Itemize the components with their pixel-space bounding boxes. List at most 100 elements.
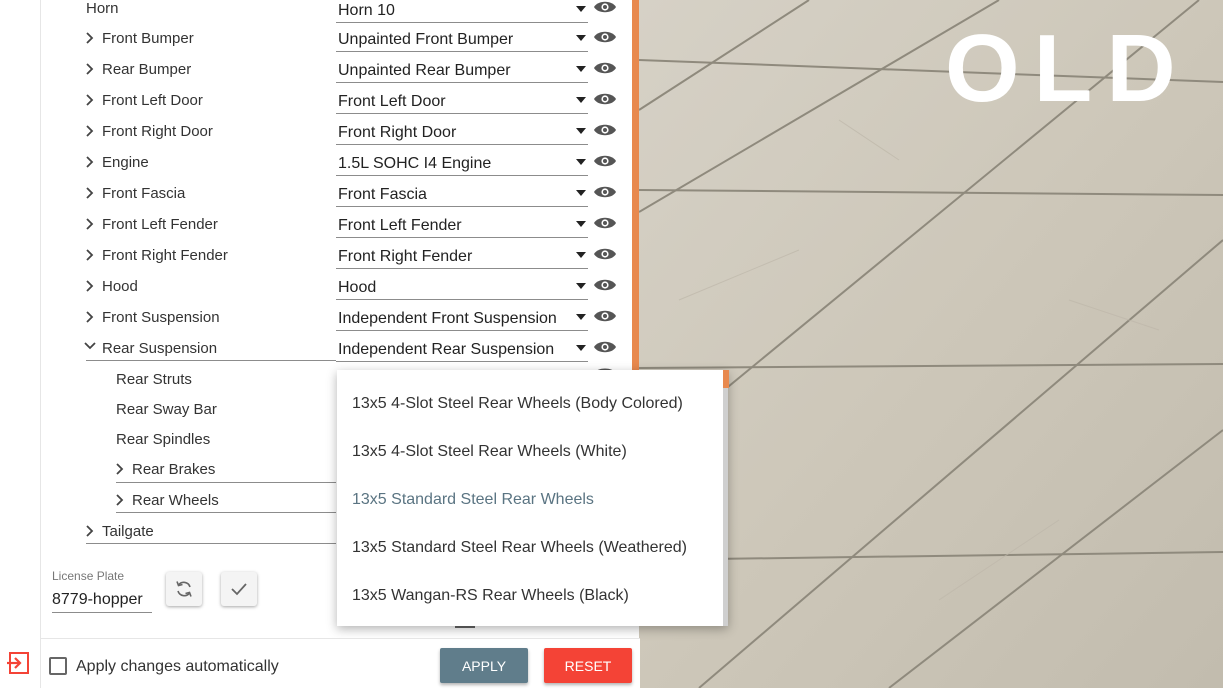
- part-select-value: Front Right Fender: [338, 248, 473, 265]
- chevron-down-icon[interactable]: [83, 338, 96, 354]
- part-label: Front Bumper: [102, 30, 194, 47]
- chevron-right-icon[interactable]: [85, 185, 97, 201]
- part-select-value: Front Right Door: [338, 124, 457, 141]
- part-select-value: Unpainted Front Bumper: [338, 31, 514, 48]
- part-select-value: Front Fascia: [338, 186, 427, 203]
- dropdown-arrow-icon: [576, 66, 586, 72]
- dropdown-arrow-icon: [576, 283, 586, 289]
- chevron-right-icon[interactable]: [85, 30, 97, 46]
- old-watermark: OLD: [945, 15, 1190, 122]
- part-select[interactable]: Front Left Fender: [336, 211, 588, 238]
- part-label: Front Left Fender: [102, 216, 218, 233]
- eye-icon[interactable]: [593, 215, 617, 231]
- dropdown-arrow-icon: [576, 345, 586, 351]
- part-select[interactable]: Front Right Door: [336, 118, 588, 145]
- part-row-front-right-door[interactable]: Front Right Door Front Right Door: [41, 117, 632, 148]
- chevron-right-icon[interactable]: [85, 92, 97, 108]
- sub-part-label: Rear Brakes: [132, 461, 216, 478]
- chevron-right-icon[interactable]: [85, 61, 97, 77]
- dropdown-option[interactable]: 13x5 Wangan-RS Rear Wheels (Black): [352, 587, 629, 605]
- part-select[interactable]: Front Left Door: [336, 87, 588, 114]
- dropdown-arrow-icon: [576, 190, 586, 196]
- refresh-icon: [176, 581, 192, 597]
- exit-icon[interactable]: [6, 650, 32, 676]
- chevron-right-icon[interactable]: [85, 278, 97, 294]
- part-select[interactable]: Front Right Fender: [336, 242, 588, 269]
- refresh-button[interactable]: [166, 572, 202, 606]
- chevron-right-icon[interactable]: [85, 309, 97, 325]
- dropdown-option[interactable]: 13x5 4-Slot Steel Rear Wheels (White): [352, 443, 627, 461]
- dropdown-option-selected[interactable]: 13x5 Standard Steel Rear Wheels: [352, 491, 594, 509]
- chevron-right-icon[interactable]: [115, 461, 127, 477]
- chevron-right-icon[interactable]: [85, 154, 97, 170]
- part-row-front-suspension[interactable]: Front Suspension Independent Front Suspe…: [41, 303, 632, 334]
- auto-apply-checkbox[interactable]: [49, 657, 67, 675]
- eye-icon[interactable]: [593, 91, 617, 107]
- chevron-right-icon[interactable]: [85, 216, 97, 232]
- sub-part-label: Rear Wheels: [132, 492, 219, 509]
- eye-icon[interactable]: [593, 277, 617, 293]
- part-select[interactable]: Hood: [336, 273, 588, 300]
- part-select-value: Front Left Fender: [338, 217, 462, 234]
- dropdown-arrow-icon: [576, 252, 586, 258]
- chevron-right-icon[interactable]: [85, 523, 97, 539]
- part-select[interactable]: Front Fascia: [336, 180, 588, 207]
- part-label: Rear Suspension: [102, 340, 218, 357]
- eye-icon[interactable]: [593, 246, 617, 262]
- part-label: Front Fascia: [102, 185, 186, 202]
- license-plate-input[interactable]: [52, 588, 152, 613]
- chevron-right-icon[interactable]: [115, 492, 127, 508]
- part-label: Front Right Door: [102, 123, 213, 140]
- rear-wheels-dropdown-menu[interactable]: 13x5 4-Slot Steel Rear Wheels (Body Colo…: [337, 370, 728, 626]
- dropdown-arrow-icon: [576, 6, 586, 12]
- chevron-right-icon[interactable]: [85, 123, 97, 139]
- part-select[interactable]: Unpainted Rear Bumper: [336, 56, 588, 83]
- left-rail: [0, 0, 41, 688]
- part-row-engine[interactable]: Engine 1.5L SOHC I4 Engine: [41, 148, 632, 179]
- chevron-right-icon[interactable]: [85, 247, 97, 263]
- part-row-hood[interactable]: Hood Hood: [41, 272, 632, 303]
- part-row-rear-bumper[interactable]: Rear Bumper Unpainted Rear Bumper: [41, 55, 632, 86]
- bottom-action-bar: Apply changes automatically APPLY RESET: [41, 638, 640, 689]
- part-select-value: Front Left Door: [338, 93, 446, 110]
- part-select-value: Independent Rear Suspension: [338, 341, 555, 358]
- eye-icon[interactable]: [593, 339, 617, 355]
- part-row-front-bumper[interactable]: Front Bumper Unpainted Front Bumper: [41, 24, 632, 55]
- reset-button[interactable]: RESET: [544, 648, 632, 683]
- dropdown-arrow-icon: [576, 128, 586, 134]
- divider: [86, 360, 336, 361]
- part-select[interactable]: Unpainted Front Bumper: [336, 25, 588, 52]
- part-select-value: Horn 10: [338, 2, 395, 19]
- part-select-value: Hood: [338, 279, 377, 296]
- part-label: Front Right Fender: [102, 247, 228, 264]
- eye-icon[interactable]: [593, 29, 617, 45]
- eye-icon[interactable]: [593, 184, 617, 200]
- confirm-button[interactable]: [221, 572, 257, 606]
- part-select[interactable]: Horn 10: [336, 0, 588, 23]
- apply-button[interactable]: APPLY: [440, 648, 528, 683]
- dropdown-option[interactable]: 13x5 4-Slot Steel Rear Wheels (Body Colo…: [352, 395, 683, 413]
- part-row-front-left-fender[interactable]: Front Left Fender Front Left Fender: [41, 210, 632, 241]
- dropdown-arrow-icon: [576, 314, 586, 320]
- eye-icon[interactable]: [593, 122, 617, 138]
- eye-icon[interactable]: [593, 153, 617, 169]
- dropdown-arrow-icon: [576, 159, 586, 165]
- part-label: Horn: [86, 0, 119, 17]
- divider: [86, 543, 336, 544]
- part-row-front-fascia[interactable]: Front Fascia Front Fascia: [41, 179, 632, 210]
- eye-icon[interactable]: [593, 308, 617, 324]
- part-row-horn: Horn Horn 10: [41, 0, 632, 25]
- eye-icon[interactable]: [593, 0, 617, 15]
- dropdown-option[interactable]: 13x5 Standard Steel Rear Wheels (Weather…: [352, 539, 687, 557]
- sub-part-label: Rear Struts: [116, 371, 192, 388]
- part-select[interactable]: Independent Rear Suspension: [336, 335, 588, 362]
- part-row-front-left-door[interactable]: Front Left Door Front Left Door: [41, 86, 632, 117]
- auto-apply-label: Apply changes automatically: [76, 658, 279, 675]
- part-row-front-right-fender[interactable]: Front Right Fender Front Right Fender: [41, 241, 632, 272]
- dropdown-arrow-icon: [576, 97, 586, 103]
- license-plate-label: License Plate: [52, 569, 125, 583]
- part-select[interactable]: Independent Front Suspension: [336, 304, 588, 331]
- eye-icon[interactable]: [593, 60, 617, 76]
- part-select[interactable]: 1.5L SOHC I4 Engine: [336, 149, 588, 176]
- part-label: Front Suspension: [102, 309, 220, 326]
